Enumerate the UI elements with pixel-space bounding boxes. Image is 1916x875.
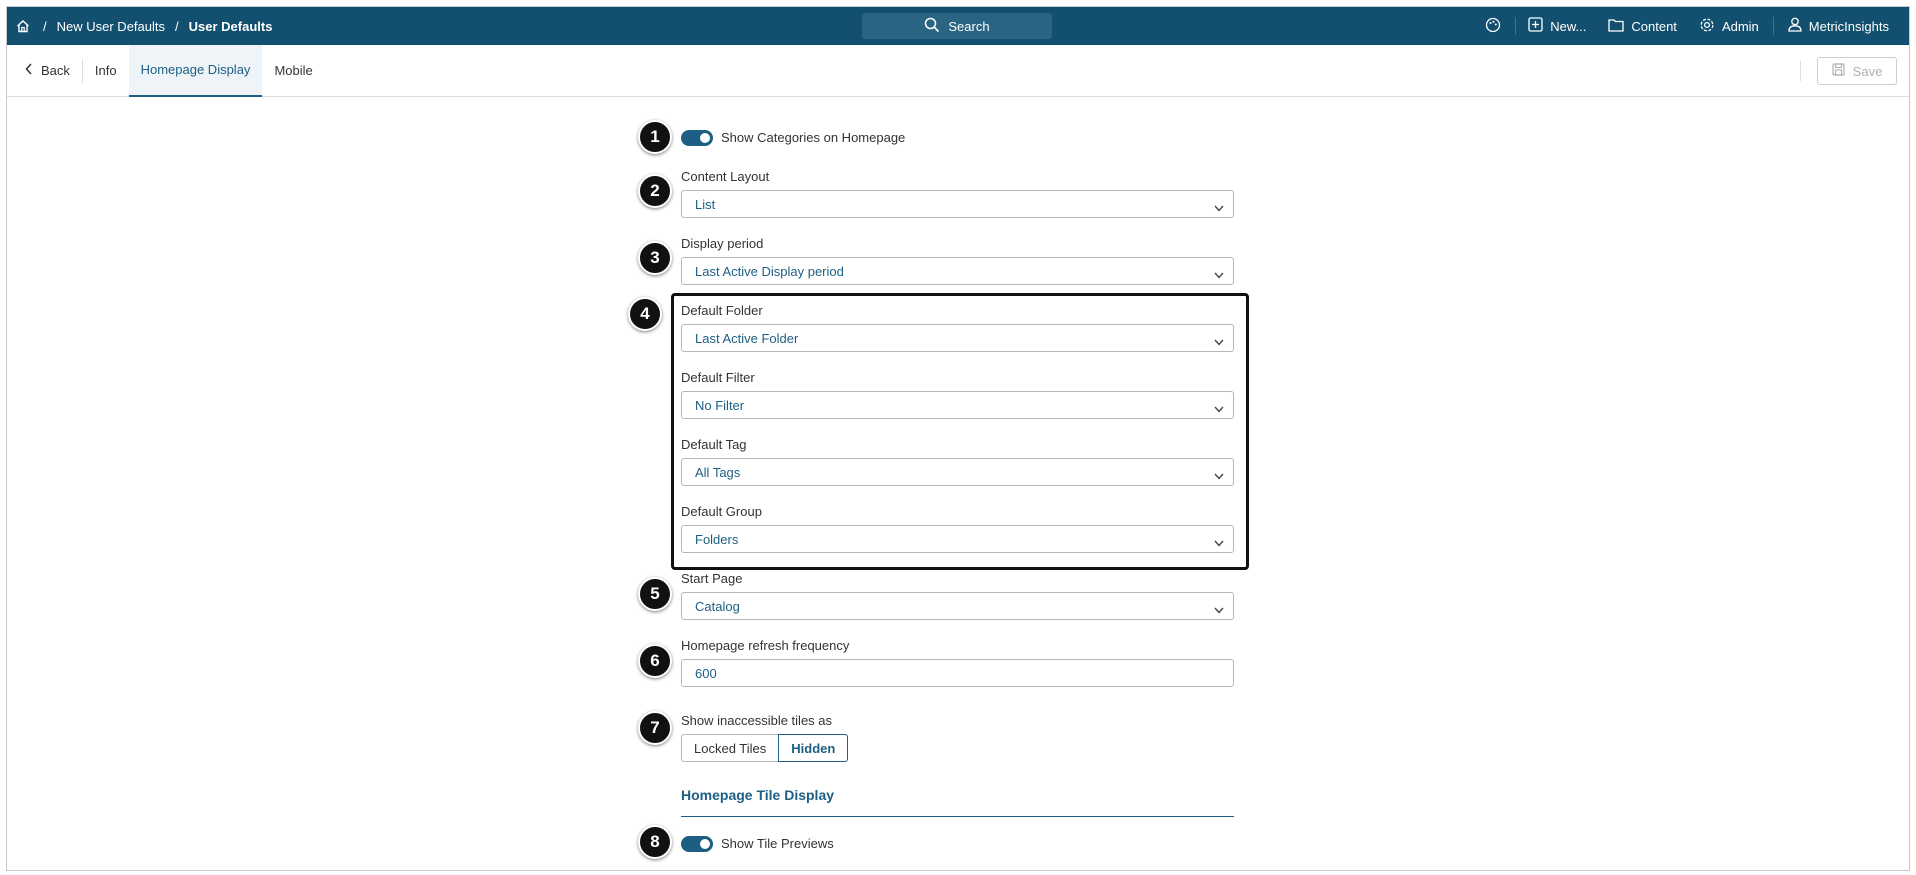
top-navbar: / New User Defaults / User Defaults Sear… xyxy=(7,7,1909,45)
show-tile-previews-toggle[interactable] xyxy=(681,836,713,852)
inaccessible-tiles-label: Show inaccessible tiles as xyxy=(681,713,833,728)
default-tag-label: Default Tag xyxy=(681,437,747,452)
palette-icon xyxy=(1485,17,1501,36)
tab-bar: Back Info Homepage Display Mobile Save xyxy=(7,44,1909,97)
default-filter-value: No Filter xyxy=(695,397,745,413)
divider xyxy=(1800,61,1801,81)
breadcrumb: / New User Defaults / User Defaults xyxy=(7,16,272,36)
step-marker-1: 1 xyxy=(638,120,672,154)
search-button[interactable]: Search xyxy=(862,13,1052,39)
default-group-label: Default Group xyxy=(681,504,762,519)
tab-mobile[interactable]: Mobile xyxy=(262,45,324,97)
step-marker-6: 6 xyxy=(638,644,672,678)
save-icon xyxy=(1832,63,1845,79)
default-folder-select[interactable]: Last Active Folder xyxy=(681,324,1234,352)
back-label: Back xyxy=(41,63,70,78)
user-menu-button[interactable]: MetricInsights xyxy=(1788,17,1889,35)
default-group-value: Folders xyxy=(695,531,739,547)
breadcrumb-separator: / xyxy=(43,18,47,34)
admin-label: Admin xyxy=(1721,18,1759,34)
display-period-select[interactable]: Last Active Display period xyxy=(681,257,1234,285)
user-icon xyxy=(1788,17,1802,35)
save-label: Save xyxy=(1852,63,1883,79)
tab-info[interactable]: Info xyxy=(83,45,129,97)
content-layout-value: List xyxy=(695,196,716,212)
save-button[interactable]: Save xyxy=(1817,57,1897,85)
breadcrumb-separator: / xyxy=(175,18,179,34)
search-icon xyxy=(924,17,940,36)
start-page-label: Start Page xyxy=(681,571,743,586)
step-marker-5: 5 xyxy=(638,577,672,611)
refresh-frequency-value: 600 xyxy=(695,665,717,681)
app-window: / New User Defaults / User Defaults Sear… xyxy=(6,6,1910,871)
inaccessible-tiles-toggle-group: Locked Tiles Hidden xyxy=(681,734,849,762)
breadcrumb-current: User Defaults xyxy=(188,18,273,34)
chevron-down-icon xyxy=(1214,468,1224,483)
show-categories-toggle[interactable] xyxy=(681,130,713,146)
start-page-value: Catalog xyxy=(695,598,740,614)
search-label: Search xyxy=(948,18,990,34)
hidden-option[interactable]: Hidden xyxy=(778,734,849,762)
step-marker-4: 4 xyxy=(628,297,662,331)
back-button[interactable]: Back xyxy=(7,45,82,97)
content-layout-label: Content Layout xyxy=(681,169,770,184)
content-label: Content xyxy=(1631,18,1677,34)
folder-icon xyxy=(1608,18,1625,35)
default-folder-label: Default Folder xyxy=(681,303,763,318)
chevron-down-icon xyxy=(1214,401,1224,416)
chevron-left-icon xyxy=(25,63,33,78)
new-button[interactable]: New... xyxy=(1528,17,1586,35)
display-period-label: Display period xyxy=(681,236,764,251)
user-label: MetricInsights xyxy=(1808,18,1889,34)
default-filter-select[interactable]: No Filter xyxy=(681,391,1234,419)
default-filter-label: Default Filter xyxy=(681,370,755,385)
refresh-frequency-label: Homepage refresh frequency xyxy=(681,638,850,653)
show-categories-label: Show Categories on Homepage xyxy=(721,130,906,145)
step-marker-3: 3 xyxy=(638,241,672,275)
tile-display-section-heading: Homepage Tile Display xyxy=(681,787,1234,817)
new-label: New... xyxy=(1550,18,1587,34)
chevron-down-icon xyxy=(1214,334,1224,349)
show-tile-previews-label: Show Tile Previews xyxy=(721,836,834,851)
palette-button[interactable] xyxy=(1485,17,1501,36)
content-layout-select[interactable]: List xyxy=(681,190,1234,218)
default-folder-value: Last Active Folder xyxy=(695,330,799,346)
plus-square-icon xyxy=(1528,17,1543,35)
chevron-down-icon xyxy=(1214,200,1224,215)
top-actions: New... Content Admin MetricInsights xyxy=(1463,7,1889,45)
divider xyxy=(1772,17,1774,35)
gear-icon xyxy=(1699,17,1715,36)
home-icon[interactable] xyxy=(13,16,33,36)
chevron-down-icon xyxy=(1214,602,1224,617)
default-tag-value: All Tags xyxy=(695,464,741,480)
divider xyxy=(1515,17,1517,35)
chevron-down-icon xyxy=(1214,267,1224,282)
breadcrumb-parent-link[interactable]: New User Defaults xyxy=(57,19,165,34)
step-marker-7: 7 xyxy=(638,711,672,745)
content-button[interactable]: Content xyxy=(1608,18,1677,35)
admin-button[interactable]: Admin xyxy=(1699,17,1759,36)
tab-homepage-display[interactable]: Homepage Display xyxy=(128,44,263,97)
start-page-select[interactable]: Catalog xyxy=(681,592,1234,620)
default-tag-select[interactable]: All Tags xyxy=(681,458,1234,486)
refresh-frequency-input[interactable]: 600 xyxy=(681,659,1234,687)
default-group-select[interactable]: Folders xyxy=(681,525,1234,553)
step-marker-8: 8 xyxy=(638,825,672,859)
step-marker-2: 2 xyxy=(638,174,672,208)
chevron-down-icon xyxy=(1214,535,1224,550)
locked-tiles-option[interactable]: Locked Tiles xyxy=(681,734,779,762)
display-period-value: Last Active Display period xyxy=(695,263,844,279)
